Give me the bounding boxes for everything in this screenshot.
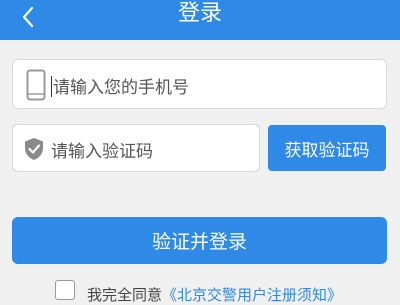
verify-login-button[interactable]: 验证并登录 xyxy=(12,217,387,264)
shield-check-icon xyxy=(22,137,46,161)
phone-input[interactable]: 请输入您的手机号 xyxy=(12,59,387,109)
agreement-checkbox[interactable] xyxy=(55,280,75,300)
agreement-link[interactable]: 《北京交警用户注册须知》 xyxy=(162,284,342,305)
text-cursor xyxy=(51,76,52,97)
code-input-placeholder: 请输入验证码 xyxy=(51,142,153,162)
smartphone-icon xyxy=(23,67,49,103)
agreement-row: 我完全同意 《北京交警用户注册须知》 xyxy=(55,280,342,304)
phone-input-placeholder: 请输入您的手机号 xyxy=(51,76,189,98)
get-code-button[interactable]: 获取验证码 xyxy=(268,125,386,171)
agreement-text: 我完全同意 xyxy=(87,286,163,304)
verification-code-input[interactable]: 请输入验证码 xyxy=(12,124,260,172)
page-title: 登录 xyxy=(177,1,222,26)
app-header: 登录 xyxy=(0,0,400,40)
